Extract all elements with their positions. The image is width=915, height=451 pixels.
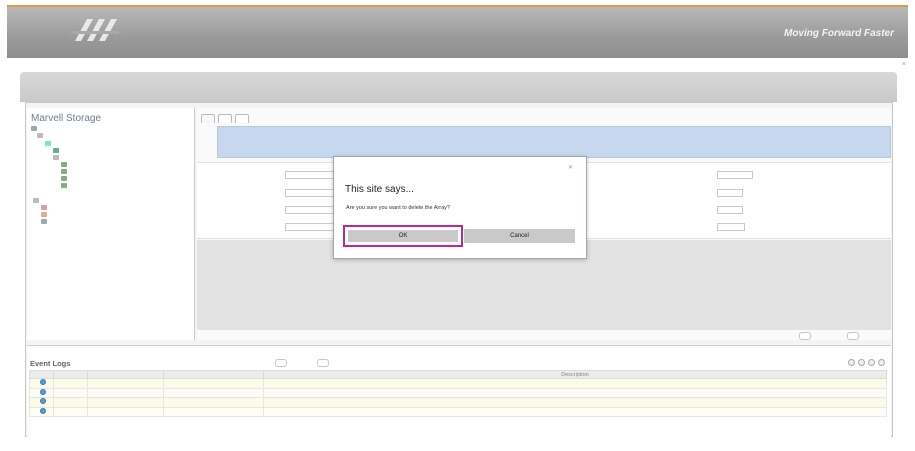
cell-class [87,387,164,398]
tab-more[interactable] [235,114,249,123]
cell-description [263,397,887,408]
dialog-title: This site says... [345,184,414,195]
host-icon [31,126,37,131]
tree-item-physical-disks[interactable] [53,155,61,160]
prop-field-stripe-size [717,189,743,197]
prop-field-gigabyte-rounding [717,206,743,214]
cell-class [87,378,164,389]
cell-class [87,397,164,408]
next-page-icon[interactable] [878,359,885,366]
delete-button[interactable] [847,332,859,340]
cell-time [163,397,264,408]
ok-button-label: OK [348,230,458,242]
column-header-icon[interactable] [29,370,54,379]
prop-field-status [285,223,335,231]
column-header-class[interactable] [87,370,164,379]
tree-title: Marvell Storage [31,113,102,124]
cell-adapter [53,387,88,398]
prop-field-name[interactable] [285,171,335,179]
close-icon[interactable]: × [902,61,906,68]
account-icon [41,205,47,210]
cell-time [163,406,264,417]
app-banner: Moving Forward Faster [7,5,908,58]
disk-icon [61,162,67,167]
prop-field-raid-level [717,223,745,231]
event-log-panel: Event Logs Description [27,345,891,437]
disk-icon [61,183,67,188]
tab-property[interactable] [201,114,215,123]
tree-item-adapter[interactable] [45,141,53,146]
info-icon [29,387,54,398]
breadcrumb [9,62,21,68]
table-row[interactable] [29,378,887,389]
tree-item-email[interactable] [41,212,49,217]
disk-icon [53,148,59,153]
close-icon[interactable]: ✕ [568,164,573,171]
disk-icon [61,169,67,174]
cell-adapter [53,397,88,408]
tab-operation[interactable] [218,114,232,123]
column-header-description[interactable]: Description [263,370,887,379]
table-row[interactable] [29,406,887,417]
tree-item-pd-3[interactable] [61,183,69,188]
event-log-toolbar [848,359,885,366]
adapter-icon [45,141,51,146]
column-header-time[interactable] [163,370,264,379]
event-log-title-text: Event Logs [30,359,71,368]
company-logo [65,15,125,53]
cell-description [263,387,887,398]
info-icon [29,406,54,417]
prop-field-write-cache[interactable] [285,206,335,214]
folder-icon [33,198,39,203]
navigation-tree: Marvell Storage [27,108,195,340]
table-row[interactable] [29,397,887,408]
cell-adapter [53,406,88,417]
slogan-text: Moving Forward Faster [783,28,894,39]
tree-item-devices[interactable] [37,133,45,138]
info-icon [29,378,54,389]
cell-time [163,387,264,398]
array-visual-bar [217,126,891,158]
tree-item-management[interactable] [33,198,41,203]
info-icon [29,397,54,408]
folder-icon [53,155,59,160]
prop-field-raid-size [717,171,753,179]
tree-item-virtual-disk-selected[interactable] [53,148,65,153]
prop-field-read-cache[interactable] [285,189,335,197]
event-log-title: Event Logs [30,359,70,368]
event-table: Description [29,370,887,417]
frame-header [20,72,897,102]
cell-description [263,378,887,389]
tree-item-settings[interactable] [41,219,49,224]
tree-item-pd-1[interactable] [61,169,69,174]
cell-description [263,406,887,417]
column-header-adapter[interactable] [53,370,88,379]
company-logo-icon [71,19,119,41]
dialog-message: Are you sure you want to delete the Arra… [346,205,450,211]
ok-button[interactable]: OK [343,225,463,247]
cell-time [163,378,264,389]
cell-class [87,406,164,417]
event-log-button-2[interactable] [317,359,329,367]
settings-icon [41,219,47,224]
folder-icon [37,133,43,138]
event-log-button-1[interactable] [275,359,287,367]
disk-icon [61,176,67,181]
submit-button[interactable] [799,332,811,340]
event-table-header: Description [29,370,887,379]
tree-item-root[interactable] [31,126,39,131]
slogan: Moving Forward Faster [776,28,894,39]
prev-page-icon[interactable] [868,359,875,366]
confirm-dialog: ✕ This site says... Are you sure you wan… [333,156,587,259]
tree-item-pd-0[interactable] [61,162,69,167]
tree-item-account[interactable] [41,205,49,210]
table-row[interactable] [29,387,887,398]
cell-adapter [53,378,88,389]
tab-bar [201,114,249,123]
refresh-icon[interactable] [848,359,855,366]
mail-icon [41,212,47,217]
first-page-icon[interactable] [858,359,865,366]
cancel-button[interactable]: Cancel [464,229,575,243]
tree-item-pd-2[interactable] [61,176,69,181]
